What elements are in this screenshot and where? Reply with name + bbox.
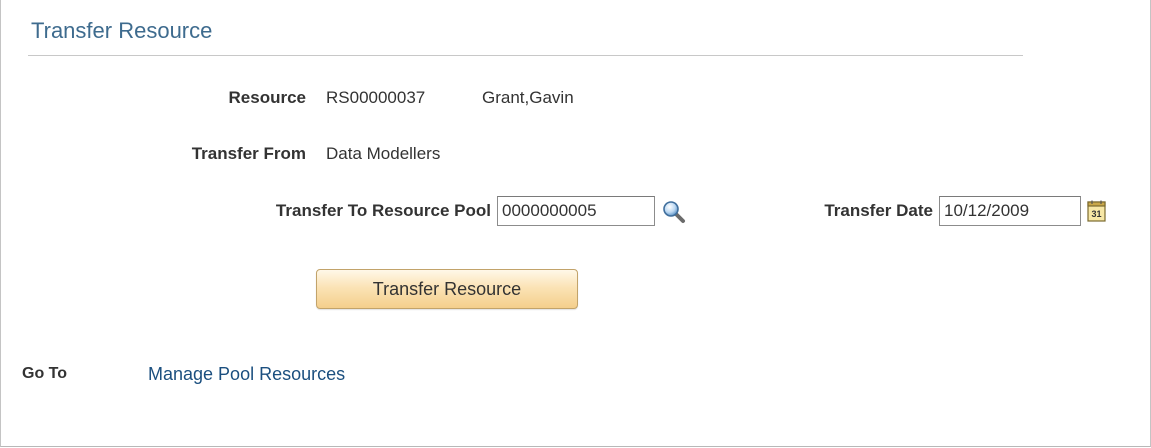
calendar-icon-glyph: 31 [1091, 209, 1101, 219]
transfer-date-input[interactable]: 10/12/2009 [939, 196, 1081, 226]
transfer-resource-button[interactable]: Transfer Resource [316, 269, 578, 309]
resource-name: Grant,Gavin [482, 88, 574, 107]
calendar-icon[interactable]: 31 [1087, 200, 1107, 227]
transfer-from-value: Data Modellers [326, 144, 441, 163]
transfer-to-pool-input[interactable]: 0000000005 [497, 196, 655, 226]
magnifier-icon[interactable] [661, 199, 687, 230]
calendar-icon-graphic: 31 [1087, 200, 1106, 222]
transfer-date-label: Transfer Date [824, 201, 933, 220]
goto-label: Go To [22, 365, 68, 382]
resource-id: RS00000037 [326, 88, 426, 107]
page-title: Transfer Resource [31, 18, 213, 43]
transfer-to-pool-label: Transfer To Resource Pool [275, 201, 491, 220]
transfer-from-label: Transfer From [191, 144, 306, 163]
resource-label: Resource [228, 88, 306, 107]
title-divider [28, 55, 1023, 56]
manage-pool-resources-link[interactable]: Manage Pool Resources [148, 364, 345, 385]
magnifier-icon-graphic [663, 201, 685, 223]
